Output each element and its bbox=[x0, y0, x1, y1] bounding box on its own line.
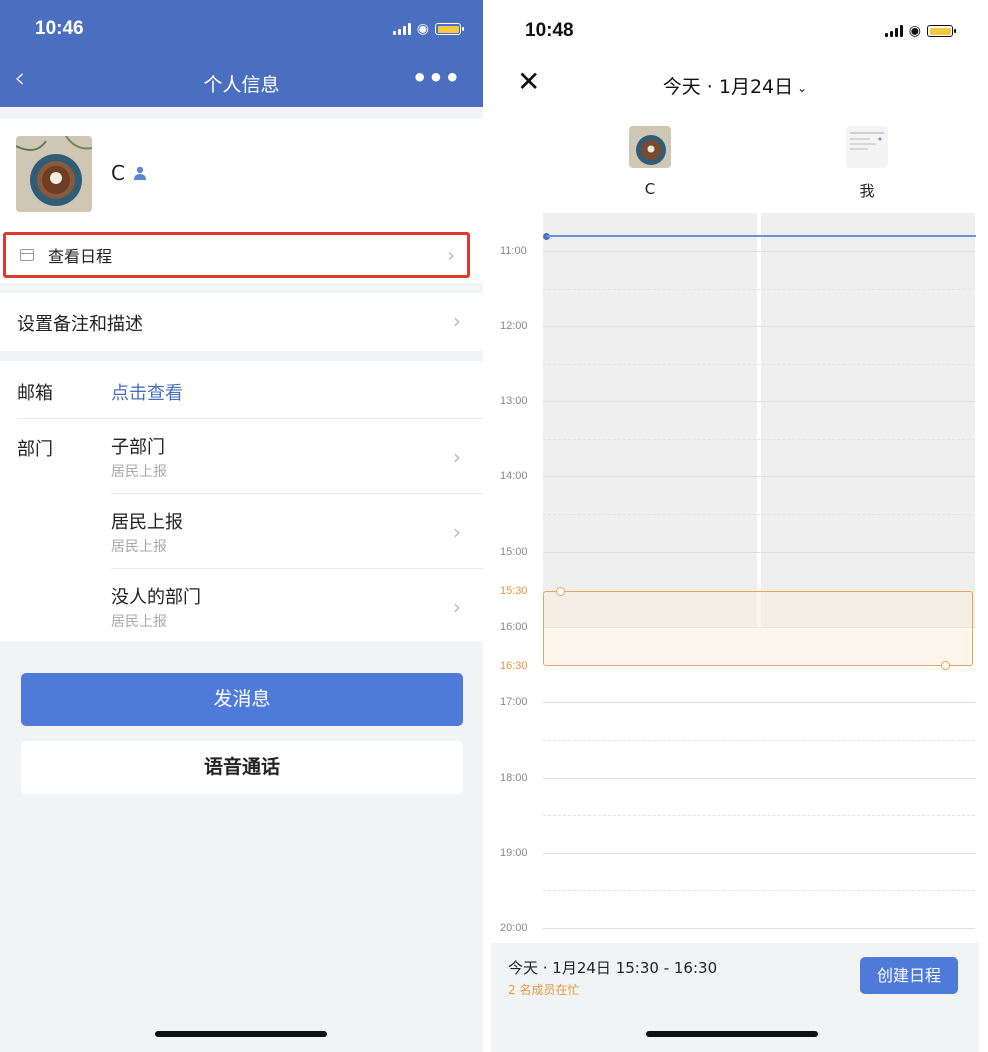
person-icon bbox=[133, 166, 146, 180]
hour-line bbox=[543, 853, 975, 854]
half-hour-line bbox=[543, 815, 975, 816]
participant-name: C bbox=[644, 180, 656, 198]
half-hour-line bbox=[543, 514, 975, 515]
page-title: 个人信息 bbox=[203, 74, 280, 96]
busy-column-me bbox=[761, 213, 975, 628]
hour-label: 14:00 bbox=[500, 470, 528, 482]
department-row[interactable]: 没人的部门 居民上报 › bbox=[0, 569, 483, 641]
department-row[interactable]: 居民上报 居民上报 › bbox=[0, 494, 483, 569]
half-hour-line bbox=[543, 740, 975, 741]
screenshot-stage: 10:46 ◉ ‹ 个人信息 ••• C 查看日程 › 设置备注和描述 › 邮箱… bbox=[0, 0, 988, 1052]
hour-label: 17:00 bbox=[500, 696, 528, 708]
half-hour-line bbox=[543, 439, 975, 440]
selection-end-label: 16:30 bbox=[500, 660, 528, 672]
email-link[interactable]: 点击查看 bbox=[111, 379, 183, 405]
avatar bbox=[846, 126, 888, 168]
wifi-icon: ◉ bbox=[416, 21, 429, 37]
status-icons: ◉ bbox=[392, 21, 464, 37]
half-hour-line bbox=[543, 890, 975, 891]
info-section: 邮箱 点击查看 部门 子部门 居民上报 › 居民上报 居民上报 › 没人的部门 … bbox=[0, 361, 483, 641]
chevron-down-icon: ⌄ bbox=[797, 80, 808, 95]
signal-icon bbox=[884, 25, 903, 37]
hour-line bbox=[543, 251, 975, 252]
selection-start-label: 15:30 bbox=[500, 585, 528, 597]
hour-label: 16:00 bbox=[500, 621, 528, 633]
current-time-line bbox=[546, 235, 976, 237]
calendar-icon bbox=[20, 249, 34, 261]
chevron-right-icon: › bbox=[447, 243, 455, 267]
nav-bar: 10:46 ◉ ‹ 个人信息 ••• bbox=[0, 0, 483, 107]
home-indicator bbox=[155, 1031, 327, 1037]
date-title[interactable]: 今天 · 1月24日 ⌄ bbox=[491, 72, 979, 99]
profile-screen: 10:46 ◉ ‹ 个人信息 ••• C 查看日程 › 设置备注和描述 › 邮箱… bbox=[0, 0, 483, 1052]
status-time: 10:46 bbox=[35, 18, 84, 39]
hour-line bbox=[543, 552, 975, 553]
hour-label: 12:00 bbox=[500, 320, 528, 332]
hour-line bbox=[543, 702, 975, 703]
participant-name: 我 bbox=[859, 182, 875, 200]
date-title-text: 今天 · 1月24日 bbox=[662, 76, 794, 98]
department-label: 部门 bbox=[17, 439, 53, 460]
chevron-right-icon: › bbox=[453, 309, 461, 333]
department-row[interactable]: 部门 子部门 居民上报 › bbox=[0, 419, 483, 494]
half-hour-line bbox=[543, 364, 975, 365]
busy-members-note: 2 名成员在忙 bbox=[508, 983, 580, 997]
half-hour-line bbox=[543, 289, 975, 290]
department-name: 居民上报 bbox=[111, 512, 183, 533]
view-schedule-row[interactable]: 查看日程 › bbox=[3, 232, 470, 278]
busy-column-c bbox=[543, 213, 757, 628]
department-name: 子部门 bbox=[111, 437, 165, 458]
signal-icon bbox=[392, 23, 411, 35]
department-sub: 居民上报 bbox=[111, 539, 167, 555]
hour-line bbox=[543, 401, 975, 402]
profile-card: C 查看日程 › bbox=[0, 119, 483, 283]
chevron-right-icon: › bbox=[453, 595, 461, 619]
hour-label: 15:00 bbox=[500, 546, 528, 558]
profile-name: C bbox=[111, 161, 147, 185]
more-icon[interactable]: ••• bbox=[412, 64, 461, 92]
avatar bbox=[629, 126, 671, 168]
participant-c[interactable]: C bbox=[620, 126, 680, 198]
department-name: 没人的部门 bbox=[111, 587, 201, 608]
hour-line bbox=[543, 778, 975, 779]
hour-label: 18:00 bbox=[500, 772, 528, 784]
wifi-icon: ◉ bbox=[908, 23, 921, 39]
send-message-button[interactable]: 发消息 bbox=[21, 673, 463, 726]
hour-line bbox=[543, 326, 975, 327]
start-drag-handle[interactable] bbox=[556, 587, 565, 596]
create-schedule-button[interactable]: 创建日程 bbox=[860, 957, 958, 994]
end-drag-handle[interactable] bbox=[941, 661, 950, 670]
status-time: 10:48 bbox=[525, 20, 574, 41]
selected-time-block[interactable] bbox=[543, 591, 973, 666]
email-row[interactable]: 邮箱 点击查看 bbox=[0, 361, 483, 419]
hour-label: 20:00 bbox=[500, 922, 528, 934]
chevron-right-icon: › bbox=[453, 520, 461, 544]
battery-icon bbox=[435, 23, 464, 35]
home-indicator bbox=[646, 1031, 818, 1037]
hour-label: 13:00 bbox=[500, 395, 528, 407]
department-sub: 居民上报 bbox=[111, 464, 167, 480]
hour-label: 19:00 bbox=[500, 847, 528, 859]
selected-range-text: 今天 · 1月24日 15:30 - 16:30 bbox=[508, 959, 718, 977]
voice-call-button[interactable]: 语音通话 bbox=[21, 741, 463, 794]
set-note-row[interactable]: 设置备注和描述 › bbox=[0, 293, 483, 351]
schedule-grid[interactable]: 11:00 12:00 13:00 14:00 15:00 16:00 17:0… bbox=[491, 213, 979, 943]
hour-line bbox=[543, 928, 975, 929]
chevron-right-icon: › bbox=[453, 445, 461, 469]
schedule-screen: 10:48 ◉ ✕ 今天 · 1月24日 ⌄ C 我 11:00 12:00 1… bbox=[491, 0, 979, 1052]
avatar[interactable] bbox=[16, 136, 92, 212]
status-icons: ◉ bbox=[884, 23, 956, 39]
battery-icon bbox=[927, 25, 956, 37]
hour-line bbox=[543, 476, 975, 477]
department-sub: 居民上报 bbox=[111, 614, 167, 630]
view-schedule-label: 查看日程 bbox=[48, 247, 113, 266]
set-note-label: 设置备注和描述 bbox=[17, 314, 143, 335]
hour-label: 11:00 bbox=[500, 245, 527, 257]
email-label: 邮箱 bbox=[17, 383, 53, 404]
participant-me[interactable]: 我 bbox=[837, 126, 897, 201]
profile-name-text: C bbox=[111, 161, 125, 185]
